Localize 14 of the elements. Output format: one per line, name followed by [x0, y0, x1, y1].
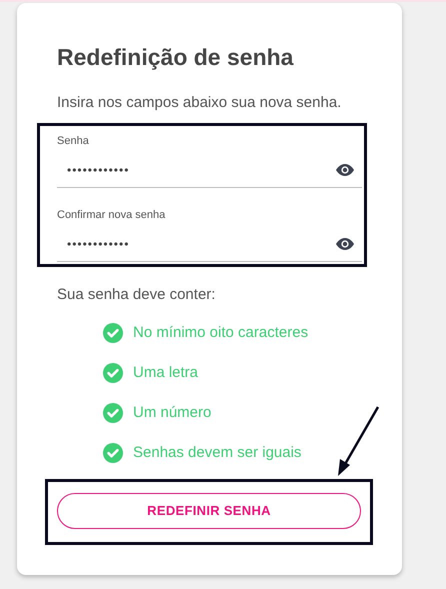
field-label: Confirmar nova senha	[57, 208, 166, 222]
reset-password-button[interactable]: REDEFINIR SENHA	[57, 493, 361, 529]
instruction-text: Insira nos campos abaixo sua nova senha.	[57, 93, 342, 113]
requirements-heading: Sua senha deve conter:	[57, 285, 216, 305]
eye-icon[interactable]	[336, 238, 354, 250]
password-field[interactable]: ••••••••••••	[57, 160, 336, 178]
eye-icon[interactable]	[336, 164, 354, 176]
page-title: Redefinição de senha	[57, 43, 294, 71]
requirement-text: Um número	[133, 402, 212, 423]
password-field[interactable]: ••••••••••••	[57, 234, 336, 252]
field-label: Senha	[57, 134, 90, 148]
requirement-text: Senhas devem ser iguais	[133, 442, 302, 463]
requirement-text: No mínimo oito caracteres	[133, 322, 308, 343]
requirement-text: Uma letra	[133, 362, 198, 383]
